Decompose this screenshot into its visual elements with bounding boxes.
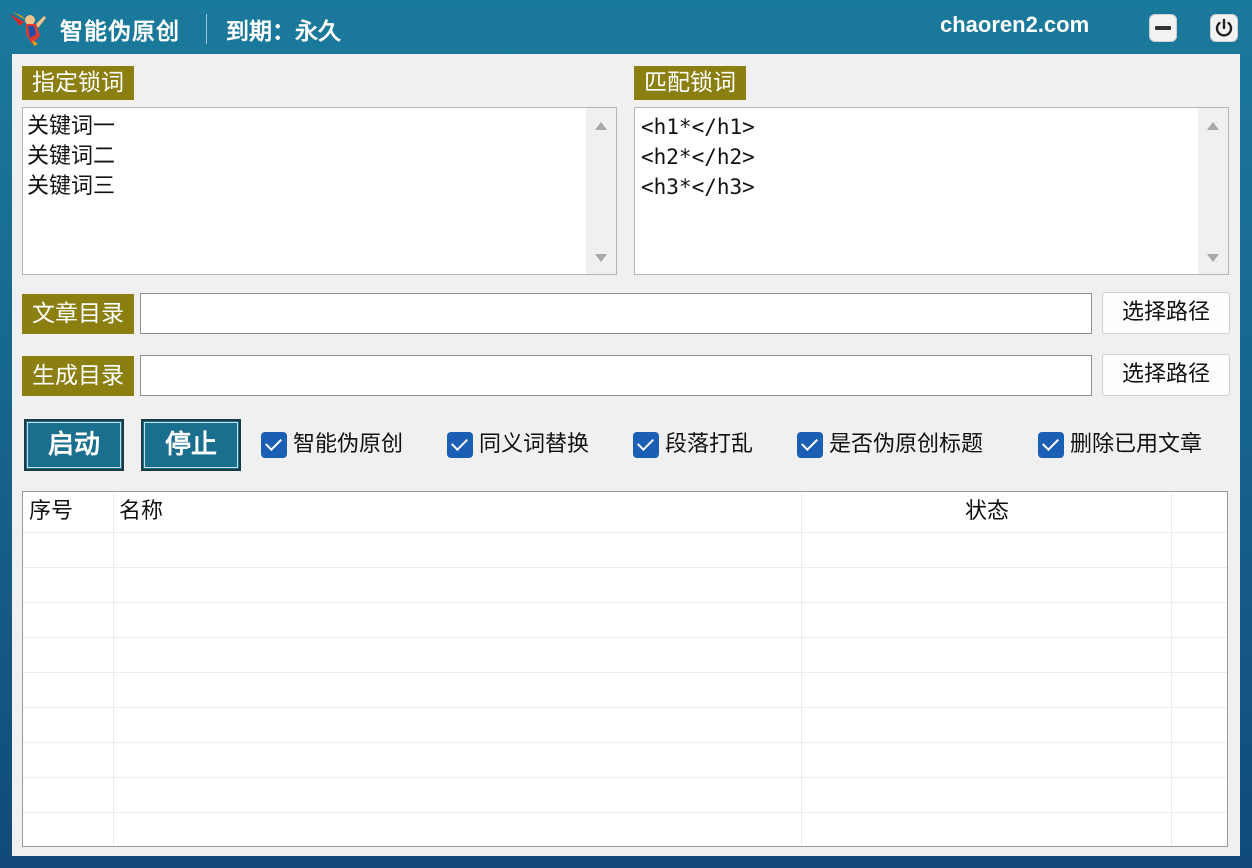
minimize-button[interactable] bbox=[1149, 14, 1177, 42]
option-synonym-replace[interactable]: 同义词替换 bbox=[447, 430, 589, 460]
power-icon bbox=[1215, 18, 1233, 37]
column-divider bbox=[801, 492, 802, 846]
scroll-up-icon[interactable] bbox=[1207, 122, 1219, 130]
article-dir-label: 文章目录 bbox=[22, 294, 134, 334]
match-lock-textarea[interactable]: <h1*</h1> <h2*</h2> <h3*</h3> bbox=[634, 107, 1229, 275]
checkbox-checked-icon[interactable] bbox=[261, 432, 287, 458]
option-delete-used[interactable]: 删除已用文章 bbox=[1038, 430, 1202, 460]
match-lock-line: <h1*</h1> bbox=[641, 115, 755, 139]
article-dir-input[interactable] bbox=[140, 293, 1092, 334]
expiry-text: 到期：永久 bbox=[226, 19, 341, 45]
checkbox-checked-icon[interactable] bbox=[633, 432, 659, 458]
table-row-divider bbox=[23, 637, 1227, 638]
table-row-divider bbox=[23, 672, 1227, 673]
match-lock-content: <h1*</h1> <h2*</h2> <h3*</h3> bbox=[641, 112, 1228, 202]
output-dir-label: 生成目录 bbox=[22, 356, 134, 396]
title-divider bbox=[206, 14, 207, 44]
lock-words-label: 指定锁词 bbox=[22, 66, 134, 100]
app-title: 智能伪原创 bbox=[60, 19, 180, 45]
table-row-divider bbox=[23, 707, 1227, 708]
column-divider bbox=[1171, 492, 1172, 846]
scroll-down-icon[interactable] bbox=[1207, 254, 1219, 262]
checkbox-checked-icon[interactable] bbox=[447, 432, 473, 458]
match-lock-line: <h3*</h3> bbox=[641, 175, 755, 199]
table-row-divider bbox=[23, 532, 1227, 533]
table-row-divider bbox=[23, 777, 1227, 778]
checkbox-checked-icon[interactable] bbox=[1038, 432, 1064, 458]
site-link[interactable]: chaoren2.com bbox=[940, 12, 1089, 38]
column-header-name[interactable]: 名称 bbox=[119, 492, 163, 532]
close-button[interactable] bbox=[1210, 14, 1238, 42]
checkbox-checked-icon[interactable] bbox=[797, 432, 823, 458]
lock-words-textarea[interactable]: 关键词一关键词二关键词三 bbox=[22, 107, 617, 275]
lock-word-line: 关键词一 bbox=[27, 114, 116, 139]
superhero-logo-icon bbox=[10, 12, 46, 46]
table-header: 序号 名称 状态 bbox=[23, 492, 1227, 532]
scroll-up-icon[interactable] bbox=[595, 122, 607, 130]
lock-words-scrollbar[interactable] bbox=[586, 108, 616, 274]
results-table[interactable]: 序号 名称 状态 bbox=[22, 491, 1228, 847]
option-shuffle-paragraphs[interactable]: 段落打乱 bbox=[633, 430, 753, 460]
output-dir-browse-button[interactable]: 选择路径 bbox=[1102, 354, 1230, 396]
table-row-divider bbox=[23, 742, 1227, 743]
title-bar[interactable]: 智能伪原创 到期：永久 chaoren2.com bbox=[0, 0, 1252, 54]
lock-word-line: 关键词二 bbox=[27, 144, 116, 169]
start-button[interactable]: 启动 bbox=[24, 419, 124, 471]
output-dir-input[interactable] bbox=[140, 355, 1092, 396]
stop-button[interactable]: 停止 bbox=[141, 419, 241, 471]
article-dir-browse-button[interactable]: 选择路径 bbox=[1102, 292, 1230, 334]
table-row-divider bbox=[23, 567, 1227, 568]
column-divider bbox=[113, 492, 114, 846]
match-lock-label: 匹配锁词 bbox=[634, 66, 746, 100]
match-lock-scrollbar[interactable] bbox=[1198, 108, 1228, 274]
lock-words-content: 关键词一关键词二关键词三 bbox=[27, 112, 616, 202]
column-header-index[interactable]: 序号 bbox=[29, 492, 73, 532]
option-rewrite-title[interactable]: 是否伪原创标题 bbox=[797, 430, 983, 460]
lock-word-line: 关键词三 bbox=[27, 174, 116, 199]
client-area: 指定锁词 关键词一关键词二关键词三 匹配锁词 <h1*</h1> <h2*</h2… bbox=[12, 54, 1240, 856]
minimize-icon bbox=[1155, 26, 1171, 30]
app-window: 智能伪原创 到期：永久 chaoren2.com 指定锁词 关键词一 关键词二 关键… bbox=[0, 0, 1252, 868]
column-header-status[interactable]: 状态 bbox=[802, 492, 1172, 532]
scroll-down-icon[interactable] bbox=[595, 254, 607, 262]
option-smart-rewrite[interactable]: 智能伪原创 bbox=[261, 430, 403, 460]
table-row-divider bbox=[23, 602, 1227, 603]
table-row-divider bbox=[23, 812, 1227, 813]
match-lock-line: <h2*</h2> bbox=[641, 145, 755, 169]
